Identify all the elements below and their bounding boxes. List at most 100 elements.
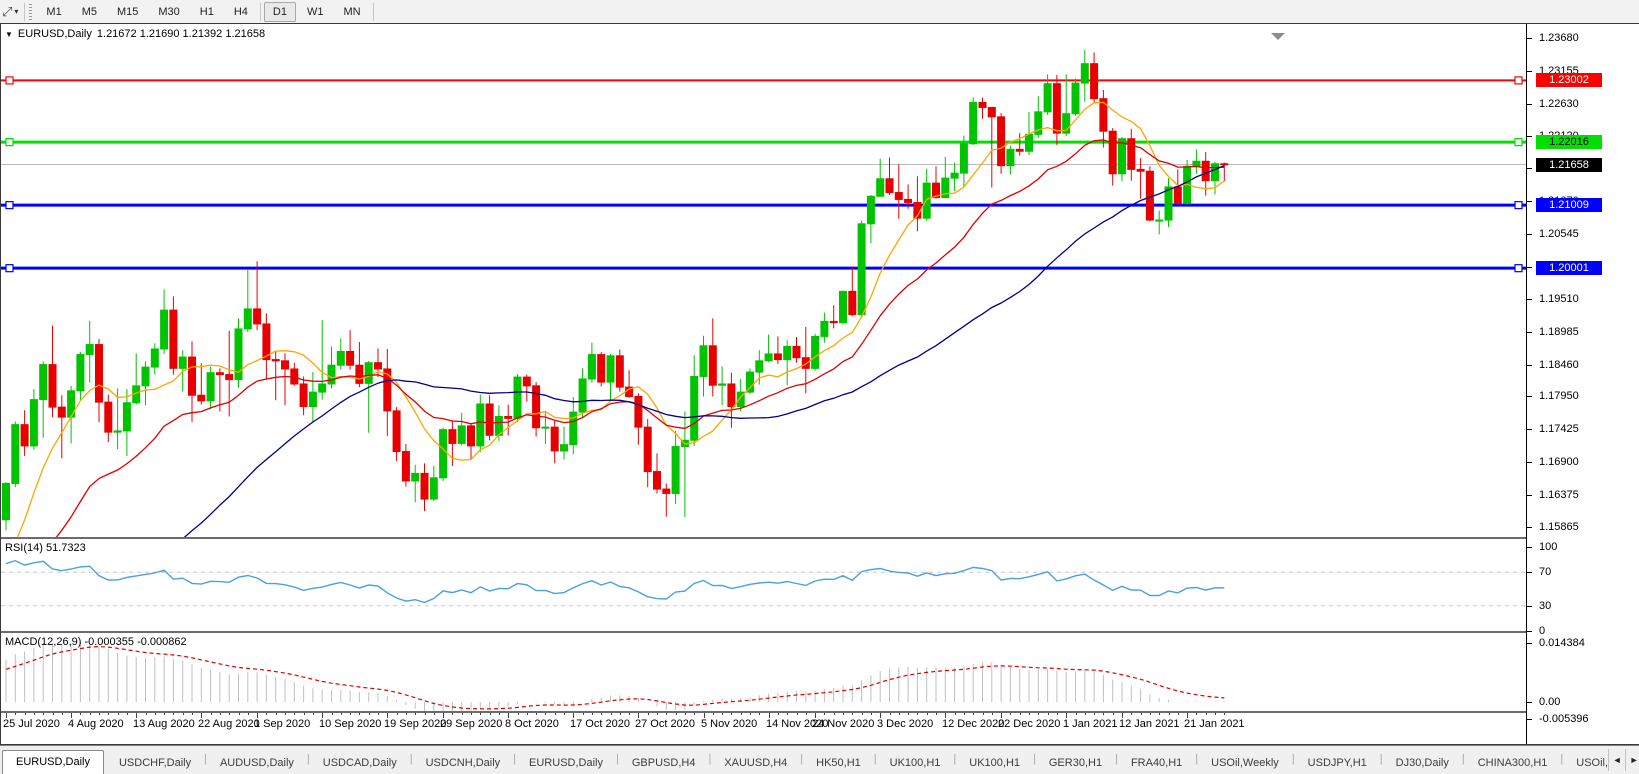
chart-tab-uk100-h1[interactable]: UK100,H1 xyxy=(956,753,1033,774)
time-axis-label: 13 Aug 2020 xyxy=(133,718,195,730)
top-toolbar: ⤢ ▾ M1M5M15M30H1H4 D1W1MN xyxy=(0,0,1639,24)
price-axis-tick xyxy=(1527,299,1532,300)
chart-title: ▼ EURUSD,Daily 1.21672 1.21690 1.21392 1… xyxy=(5,28,265,40)
mt4-terminal: { "toolbar": { "tool_icon": "crosshair-c… xyxy=(0,0,1639,773)
chart-tab-usdjpy-h1[interactable]: USDJPY,H1 xyxy=(1295,753,1380,774)
timeframe-button-w1[interactable]: W1 xyxy=(298,2,333,22)
time-axis-minor-tick xyxy=(583,713,584,715)
time-axis-minor-tick xyxy=(787,713,788,715)
time-axis-minor-tick xyxy=(759,713,760,715)
chart-tab-ger30-h1[interactable]: GER30,H1 xyxy=(1036,753,1115,774)
time-axis[interactable]: 25 Jul 20204 Aug 202013 Aug 202022 Aug 2… xyxy=(1,713,1526,744)
time-axis-minor-tick xyxy=(797,713,798,715)
time-axis-minor-tick xyxy=(471,713,472,715)
rsi-pane-canvas[interactable] xyxy=(1,539,1526,631)
line-handle[interactable] xyxy=(6,202,13,209)
chart-tab-usdchf-daily[interactable]: USDCHF,Daily xyxy=(106,753,204,774)
timeframe-button-m5[interactable]: M5 xyxy=(73,2,106,22)
rsi-axis-tick xyxy=(1527,631,1532,632)
chart-tab-xauusd-h4[interactable]: XAUUSD,H4 xyxy=(711,753,800,774)
chart-tab-dj30-daily[interactable]: DJ30,Daily xyxy=(1383,753,1462,774)
line-handle[interactable] xyxy=(1515,265,1522,272)
chart-tab-uk100-h1[interactable]: UK100,H1 xyxy=(877,753,954,774)
time-axis-minor-tick xyxy=(601,713,602,715)
chart-tab-usoil-[interactable]: USOil, xyxy=(1563,753,1608,774)
price-axis-tick xyxy=(1527,201,1532,202)
horizontal-line-1.22016[interactable] xyxy=(1,139,1526,146)
time-axis-minor-tick xyxy=(648,713,649,715)
price-axis[interactable]: 1.236801.231551.226301.221201.215951.210… xyxy=(1526,24,1639,744)
timeframe-button-h4[interactable]: H4 xyxy=(225,2,257,22)
time-axis-minor-tick xyxy=(332,713,333,715)
price-axis-tick xyxy=(1527,396,1532,397)
time-axis-minor-tick xyxy=(620,713,621,715)
timeframe-button-m1[interactable]: M1 xyxy=(37,2,70,22)
chart-shift-marker[interactable] xyxy=(1271,33,1285,40)
chart-tab-china300-h1[interactable]: CHINA300,H1 xyxy=(1465,753,1561,774)
chart-tab-eurusd-daily[interactable]: EURUSD,Daily xyxy=(516,753,616,774)
time-axis-minor-tick xyxy=(536,713,537,715)
timeframe-button-mn[interactable]: MN xyxy=(334,2,369,22)
line-handle[interactable] xyxy=(6,77,13,84)
time-axis-minor-tick xyxy=(564,713,565,715)
time-axis-label: 8 Oct 2020 xyxy=(505,718,559,730)
chart-tab-usoil-weekly[interactable]: USOil,Weekly xyxy=(1198,753,1292,774)
candles xyxy=(3,50,1228,530)
time-axis-minor-tick xyxy=(434,713,435,715)
line-handle[interactable] xyxy=(1515,139,1522,146)
time-axis-minor-tick xyxy=(118,713,119,715)
crosshair-tool-button[interactable]: ⤢ ▾ xyxy=(0,1,22,23)
time-axis-minor-tick xyxy=(1169,713,1170,715)
horizontal-line-1.20001[interactable] xyxy=(1,265,1526,272)
price-axis-tick xyxy=(1527,267,1532,268)
time-axis-minor-tick xyxy=(1094,713,1095,715)
chart-tab-eurusd-daily[interactable]: EURUSD,Daily xyxy=(2,750,104,774)
timeframe-button-m15[interactable]: M15 xyxy=(108,2,147,22)
tab-scroll-right-button[interactable]: ► xyxy=(1625,749,1639,771)
chart-tab-gbpusd-h4[interactable]: GBPUSD,H4 xyxy=(619,753,709,774)
collapse-indicators-icon[interactable]: ▼ xyxy=(5,30,13,39)
time-axis-label: 24 Nov 2020 xyxy=(812,718,874,730)
timeframe-button-m30[interactable]: M30 xyxy=(149,2,188,22)
chart-tab-usdcad-daily[interactable]: USDCAD,Daily xyxy=(310,753,410,774)
hline-price-badge: 1.22016 xyxy=(1536,135,1602,149)
tab-scroll-left-button[interactable]: ◄ xyxy=(1608,749,1625,771)
macd-pane-canvas[interactable] xyxy=(1,633,1526,711)
line-handle[interactable] xyxy=(1515,202,1522,209)
line-handle[interactable] xyxy=(6,139,13,146)
arrow-left-icon: ◄ xyxy=(1613,755,1622,765)
chart-tab-hk50-h1[interactable]: HK50,H1 xyxy=(803,753,874,774)
time-axis-minor-tick xyxy=(480,713,481,715)
line-handle[interactable] xyxy=(6,265,13,272)
moving-average-ema20 xyxy=(1,140,1224,537)
time-axis-minor-tick xyxy=(1010,713,1011,715)
price-axis-tick xyxy=(1527,168,1532,169)
timeframe-button-h1[interactable]: H1 xyxy=(191,2,223,22)
time-axis-minor-tick xyxy=(852,713,853,715)
time-axis-minor-tick xyxy=(518,713,519,715)
time-axis-minor-tick xyxy=(211,713,212,715)
price-chart-canvas[interactable] xyxy=(1,24,1526,537)
rsi-line xyxy=(6,561,1224,603)
toolbar-grip-handle[interactable] xyxy=(29,4,32,20)
chart-tab-audusd-daily[interactable]: AUDUSD,Daily xyxy=(207,753,307,774)
timeframe-button-d1[interactable]: D1 xyxy=(264,2,296,22)
time-axis-minor-tick xyxy=(527,713,528,715)
horizontal-line-1.21009[interactable] xyxy=(1,202,1526,209)
horizontal-line-1.23002[interactable] xyxy=(1,77,1526,84)
line-handle[interactable] xyxy=(1515,77,1522,84)
time-axis-minor-tick xyxy=(127,713,128,715)
price-axis-tick xyxy=(1527,38,1532,39)
time-axis-minor-tick xyxy=(1085,713,1086,715)
time-axis-minor-tick xyxy=(1141,713,1142,715)
time-axis-minor-tick xyxy=(592,713,593,715)
time-axis-minor-tick xyxy=(350,713,351,715)
time-axis-minor-tick xyxy=(1020,713,1021,715)
time-axis-minor-tick xyxy=(1076,713,1077,715)
chart-tab-usdcnh-daily[interactable]: USDCNH,Daily xyxy=(413,753,514,774)
chart-tab-fra40-h1[interactable]: FRA40,H1 xyxy=(1118,753,1195,774)
time-axis-minor-tick xyxy=(313,713,314,715)
time-axis-minor-tick xyxy=(657,713,658,715)
moving-average-sma8 xyxy=(1,102,1224,537)
time-axis-minor-tick xyxy=(425,713,426,715)
